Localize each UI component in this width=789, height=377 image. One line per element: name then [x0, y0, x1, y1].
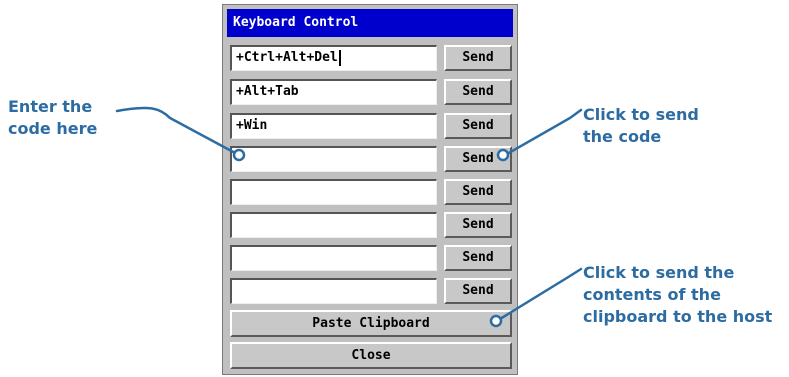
callout-line: the code [583, 127, 662, 146]
callout-line: contents of the [583, 285, 721, 304]
send-button[interactable]: Send [444, 45, 512, 71]
paste-clipboard-button[interactable]: Paste Clipboard [230, 310, 512, 337]
leader-line-enter [115, 106, 239, 156]
callout-line: Enter the [8, 97, 93, 116]
callout-send-clipboard: Click to send the contents of the clipbo… [583, 262, 772, 328]
macro-row: +Ctrl+Alt+Del Send [230, 45, 512, 71]
callout-line: code here [8, 119, 98, 138]
macro-field-value: +Win [236, 118, 268, 133]
macro-row: Send [230, 212, 512, 238]
dialog-title: Keyboard Control [227, 9, 513, 37]
macro-field[interactable] [230, 179, 437, 205]
close-button[interactable]: Close [230, 342, 512, 369]
macro-row: +Win Send [230, 113, 512, 139]
macro-row: Send [230, 245, 512, 271]
send-button[interactable]: Send [444, 146, 512, 172]
send-button[interactable]: Send [444, 79, 512, 105]
send-button[interactable]: Send [444, 212, 512, 238]
macro-field-value: +Alt+Tab [236, 84, 299, 99]
callout-enter-code: Enter the code here [8, 96, 97, 140]
macro-row: Send [230, 179, 512, 205]
macro-field[interactable] [230, 278, 437, 304]
leader-line-send [505, 108, 583, 156]
macro-field[interactable] [230, 212, 437, 238]
macro-field[interactable]: +Win [230, 113, 437, 139]
macro-row: Send [230, 278, 512, 304]
macro-field-value: +Ctrl+Alt+Del [236, 50, 338, 65]
text-caret [338, 49, 341, 66]
send-button[interactable]: Send [444, 179, 512, 205]
keyboard-control-dialog: Keyboard Control +Ctrl+Alt+Del Send +Alt… [222, 4, 518, 375]
send-button[interactable]: Send [444, 245, 512, 271]
send-button[interactable]: Send [444, 113, 512, 139]
send-button[interactable]: Send [444, 278, 512, 304]
macro-field[interactable]: +Alt+Tab [230, 79, 437, 105]
callout-line: Click to send the [583, 263, 735, 282]
callout-send-code: Click to send the code [583, 104, 699, 148]
macro-row: +Alt+Tab Send [230, 79, 512, 105]
macro-field[interactable] [230, 245, 437, 271]
callout-line: clipboard to the host [583, 307, 773, 326]
macro-field[interactable]: +Ctrl+Alt+Del [230, 45, 437, 71]
callout-line: Click to send [583, 105, 699, 124]
macro-row: Send [230, 146, 512, 172]
macro-field[interactable] [230, 146, 437, 172]
